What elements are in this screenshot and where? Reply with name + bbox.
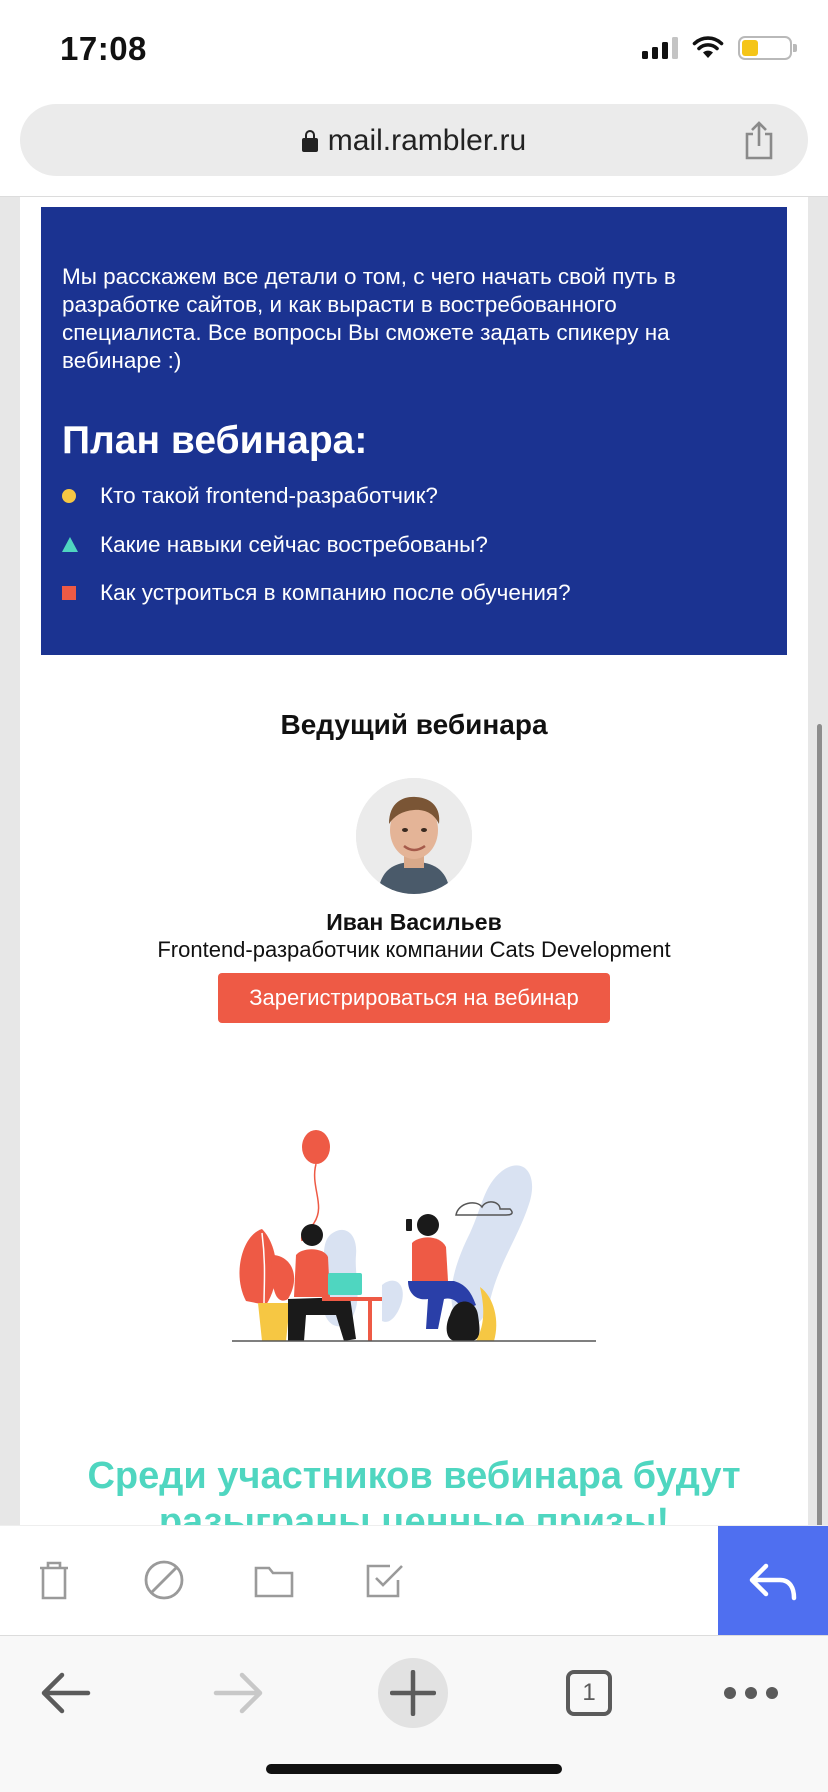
plan-item-label: Какие навыки сейчас востребованы? bbox=[100, 531, 488, 557]
battery-icon bbox=[738, 36, 797, 60]
email-body: Мы расскажем все детали о том, с чего на… bbox=[20, 197, 808, 1525]
list-item: Как устроиться в компанию после обучения… bbox=[62, 569, 571, 618]
forward-button[interactable] bbox=[204, 1658, 274, 1728]
folder-icon[interactable] bbox=[252, 1558, 296, 1602]
status-icons bbox=[642, 36, 797, 60]
forward-arrow-icon bbox=[213, 1672, 263, 1714]
list-item: Какие навыки сейчас востребованы? bbox=[62, 521, 571, 570]
url-display[interactable]: mail.rambler.ru bbox=[20, 124, 808, 158]
signal-icon bbox=[642, 37, 678, 59]
triangle-bullet-icon bbox=[62, 537, 78, 553]
status-bar: 17:08 bbox=[0, 0, 828, 96]
plus-icon bbox=[390, 1670, 436, 1716]
status-time: 17:08 bbox=[60, 30, 147, 67]
share-icon[interactable] bbox=[742, 120, 776, 160]
url-text: mail.rambler.ru bbox=[327, 124, 527, 157]
register-button[interactable]: Зарегистрироваться на вебинар bbox=[218, 973, 610, 1023]
plan-list: Кто такой frontend-разработчик? Какие на… bbox=[62, 472, 571, 618]
home-indicator[interactable] bbox=[266, 1764, 562, 1774]
host-title: Ведущий вебинара bbox=[280, 709, 548, 740]
lock-icon bbox=[301, 130, 318, 152]
address-bar[interactable]: mail.rambler.ru bbox=[20, 104, 808, 176]
prize-text: Среди участников вебинара будут разыгран… bbox=[87, 1455, 741, 1525]
people-illustration bbox=[232, 1130, 596, 1342]
scrollbar[interactable] bbox=[817, 724, 822, 1525]
more-button[interactable] bbox=[716, 1658, 786, 1728]
plan-title: План вебинара: bbox=[62, 419, 368, 462]
host-name: Иван Васильев bbox=[326, 909, 502, 935]
reply-button[interactable] bbox=[718, 1526, 828, 1636]
back-button[interactable] bbox=[30, 1658, 100, 1728]
avatar bbox=[356, 778, 472, 894]
list-item: Кто такой frontend-разработчик? bbox=[62, 472, 571, 521]
trash-icon[interactable] bbox=[32, 1558, 76, 1602]
mail-toolbar bbox=[0, 1525, 828, 1636]
wifi-icon bbox=[692, 36, 724, 58]
reply-icon bbox=[749, 1563, 797, 1601]
plan-item-label: Как устроиться в компанию после обучения… bbox=[100, 580, 571, 606]
webinar-info-block: Мы расскажем все детали о том, с чего на… bbox=[41, 207, 787, 655]
more-icon bbox=[724, 1687, 778, 1699]
plan-item-label: Кто такой frontend-разработчик? bbox=[100, 483, 438, 509]
square-bullet-icon bbox=[62, 586, 76, 601]
checkbox-icon[interactable] bbox=[362, 1558, 406, 1602]
intro-text: Мы расскажем все детали о том, с чего на… bbox=[62, 264, 676, 373]
host-role: Frontend-разработчик компании Cats Devel… bbox=[157, 937, 671, 962]
circle-bullet-icon bbox=[62, 489, 76, 504]
new-tab-button[interactable] bbox=[378, 1658, 448, 1728]
tabs-button[interactable]: 1 bbox=[554, 1658, 624, 1728]
block-icon[interactable] bbox=[142, 1558, 186, 1602]
email-viewport[interactable]: Мы расскажем все детали о том, с чего на… bbox=[0, 197, 828, 1525]
tab-count: 1 bbox=[582, 1679, 596, 1706]
tabs-icon: 1 bbox=[566, 1670, 612, 1716]
back-arrow-icon bbox=[41, 1672, 91, 1714]
